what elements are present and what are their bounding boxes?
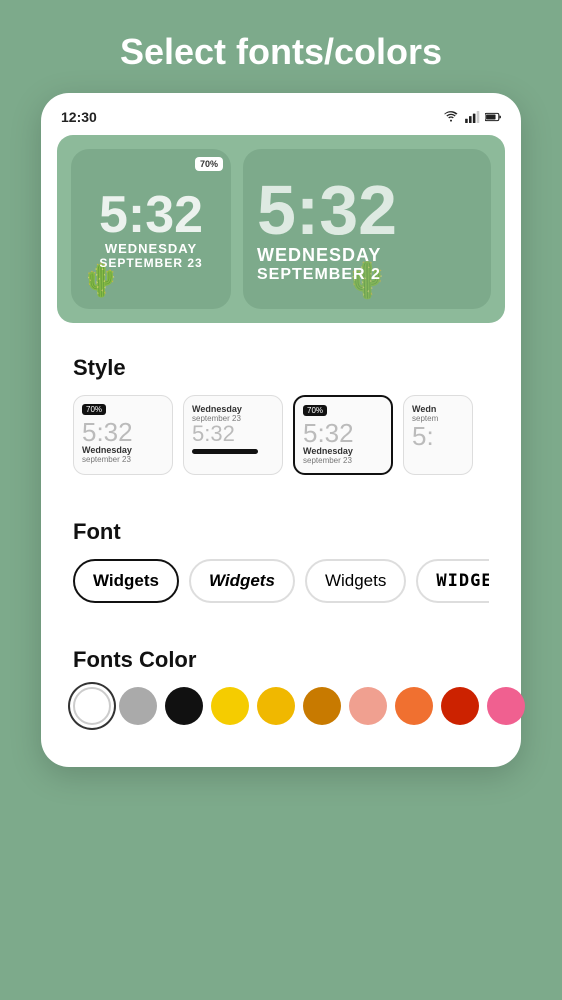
color-swatch-orange[interactable] xyxy=(395,687,433,725)
color-swatch-dark-red[interactable] xyxy=(441,687,479,725)
font-panel-title: Font xyxy=(73,519,489,545)
style1-day: Wednesday xyxy=(82,445,132,455)
widget-small-date: SEPTEMBER 23 xyxy=(99,256,202,270)
color-swatch-peach[interactable] xyxy=(349,687,387,725)
bottom-panels: Style 70% 5:32 Wednesday september 23 We… xyxy=(57,337,505,751)
widget-small-battery: 70% xyxy=(195,157,223,171)
color-swatches xyxy=(73,687,489,725)
style-card-2[interactable]: Wednesday september 23 5:32 xyxy=(183,395,283,475)
status-bar: 12:30 xyxy=(57,109,505,135)
style-card-4[interactable]: Wedn septem 5: xyxy=(403,395,473,475)
widget-large: 5:32 WEDNESDAY SEPTEMBER 2 🌵 xyxy=(243,149,491,309)
font-panel: Font Widgets Widgets Widgets WIDGET xyxy=(57,501,505,621)
widget-large-date: SEPTEMBER 2 xyxy=(257,266,381,284)
wifi-icon xyxy=(443,111,459,123)
font-btn-2[interactable]: Widgets xyxy=(189,559,295,603)
widget-small-day: WEDNESDAY xyxy=(105,241,197,256)
signal-icon xyxy=(464,111,480,123)
color-swatch-white[interactable] xyxy=(73,687,111,725)
style-panel-title: Style xyxy=(73,355,489,381)
style1-time: 5:32 xyxy=(82,419,133,445)
color-swatch-yellow[interactable] xyxy=(211,687,249,725)
style3-day: Wednesday xyxy=(303,446,353,456)
style1-date: september 23 xyxy=(82,455,131,464)
style3-battery: 70% xyxy=(303,405,327,416)
font-btn-3[interactable]: Widgets xyxy=(305,559,406,603)
font-options: Widgets Widgets Widgets WIDGET xyxy=(73,559,489,603)
style2-time: 5:32 xyxy=(192,423,235,445)
color-swatch-dark-amber[interactable] xyxy=(303,687,341,725)
status-time: 12:30 xyxy=(61,109,97,125)
style3-date: september 23 xyxy=(303,456,352,465)
widget-small: 70% 5:32 WEDNESDAY SEPTEMBER 23 🌵 xyxy=(71,149,231,309)
color-swatch-amber[interactable] xyxy=(257,687,295,725)
phone-mockup: 12:30 70% 5:32 WE xyxy=(41,93,521,767)
style4-day: Wedn xyxy=(412,404,436,414)
style-panel: Style 70% 5:32 Wednesday september 23 We… xyxy=(57,337,505,493)
color-swatch-black[interactable] xyxy=(165,687,203,725)
style2-day: Wednesday xyxy=(192,404,242,414)
font-btn-1[interactable]: Widgets xyxy=(73,559,179,603)
widget-large-time: 5:32 xyxy=(257,175,397,245)
battery-icon xyxy=(485,111,501,123)
widget-preview-area: 70% 5:32 WEDNESDAY SEPTEMBER 23 🌵 5:32 W… xyxy=(57,135,505,323)
color-panel: Fonts Color xyxy=(57,629,505,743)
style3-time: 5:32 xyxy=(303,420,354,446)
widget-large-day: WEDNESDAY xyxy=(257,245,381,266)
page-title: Select fonts/colors xyxy=(100,30,462,73)
style-card-3[interactable]: 70% 5:32 Wednesday september 23 xyxy=(293,395,393,475)
style1-battery: 70% xyxy=(82,404,106,415)
style-options: 70% 5:32 Wednesday september 23 Wednesda… xyxy=(73,395,489,475)
style-card-1[interactable]: 70% 5:32 Wednesday september 23 xyxy=(73,395,173,475)
widget-small-time: 5:32 xyxy=(99,189,203,241)
font-btn-4[interactable]: WIDGET xyxy=(416,559,489,603)
color-swatch-gray[interactable] xyxy=(119,687,157,725)
status-icons xyxy=(443,111,501,123)
color-panel-title: Fonts Color xyxy=(73,647,489,673)
style4-time: 5: xyxy=(412,423,434,449)
color-swatch-pink[interactable] xyxy=(487,687,525,725)
style2-progress xyxy=(192,449,258,454)
